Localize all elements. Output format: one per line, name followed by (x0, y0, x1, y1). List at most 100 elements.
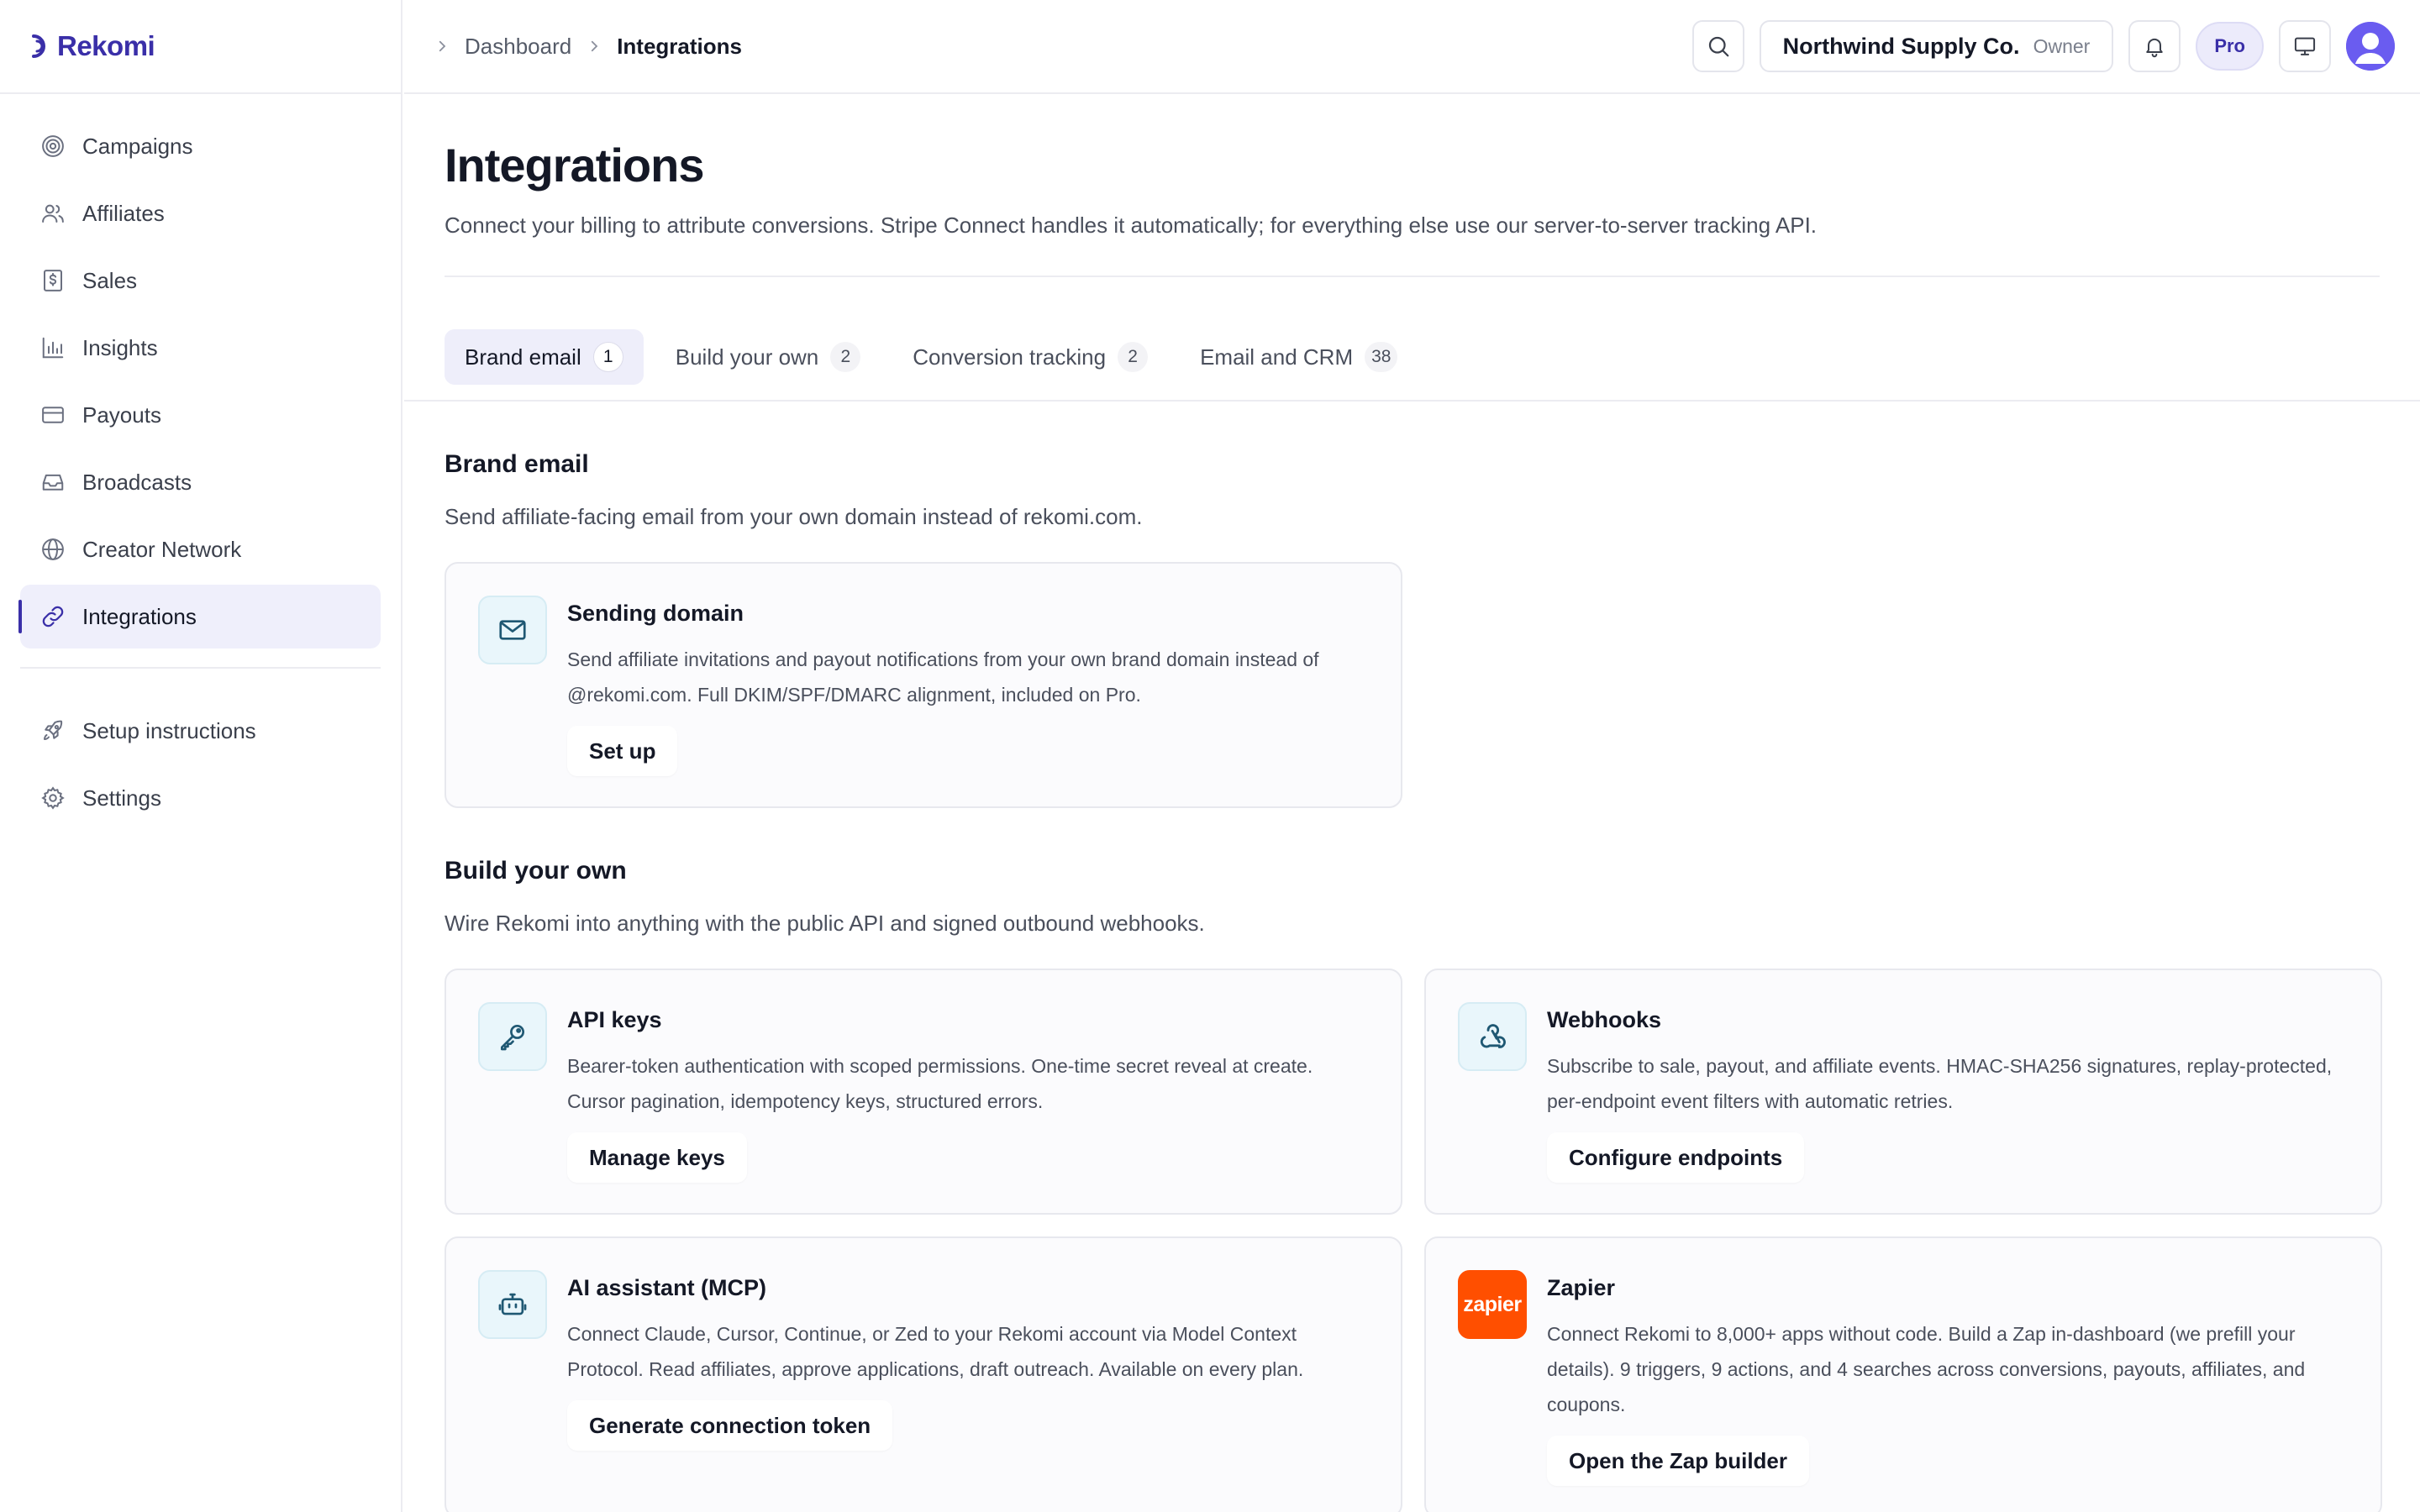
credit-card-icon (40, 402, 66, 428)
display-button[interactable] (2279, 20, 2331, 72)
card-body: API keys Bearer-token authentication wit… (567, 1002, 1370, 1183)
card-description: Connect Rekomi to 8,000+ apps without co… (1547, 1323, 2306, 1415)
integration-card-api-keys: API keys Bearer-token authentication wit… (445, 969, 1402, 1215)
card-description: Subscribe to sale, payout, and affiliate… (1547, 1055, 2333, 1112)
target-icon (40, 134, 66, 159)
card-body: Webhooks Subscribe to sale, payout, and … (1547, 1002, 2350, 1183)
inbox-icon (40, 470, 66, 495)
card-description: Connect Claude, Cursor, Continue, or Zed… (567, 1323, 1304, 1380)
sidebar-item-label: Sales (82, 267, 138, 293)
section-brand-email: Brand email Send affiliate-facing email … (404, 450, 2420, 808)
key-icon (478, 1002, 547, 1071)
tab-count-badge: 2 (1118, 342, 1149, 372)
sidebar-item-label: Affiliates (82, 200, 165, 226)
sidebar: Rekomi Campaigns Affiliates Sales Insigh… (0, 0, 402, 1512)
topbar: Dashboard Integrations Northwind Supply … (404, 0, 2420, 94)
tab-conversion-tracking[interactable]: Conversion tracking 2 (892, 329, 1168, 385)
integration-card-webhooks: Webhooks Subscribe to sale, payout, and … (1424, 969, 2382, 1215)
bell-icon (2143, 34, 2166, 58)
sidebar-item-label: Campaigns (82, 133, 193, 159)
globe-icon (40, 537, 66, 562)
card-body: AI assistant (MCP) Connect Claude, Curso… (567, 1270, 1370, 1451)
card-title: API keys (567, 1007, 662, 1032)
configure-endpoints-button[interactable]: Configure endpoints (1547, 1132, 1805, 1183)
manage-keys-button[interactable]: Manage keys (567, 1132, 747, 1183)
set-up-button[interactable]: Set up (567, 726, 678, 776)
breadcrumb: Dashboard Integrations (434, 34, 742, 60)
page-title: Integrations (445, 139, 704, 192)
card-description: Bearer-token authentication with scoped … (567, 1055, 1313, 1112)
monitor-icon (2293, 34, 2317, 58)
section-build-your-own: Build your own Wire Rekomi into anything… (404, 857, 2420, 1512)
card-description: Send affiliate invitations and payout no… (567, 648, 1319, 706)
tab-label: Build your own (675, 344, 819, 370)
tab-count-badge: 2 (830, 342, 861, 372)
sidebar-item-label: Creator Network (82, 536, 242, 562)
tab-label: Email and CRM (1200, 344, 1354, 370)
generate-connection-token-button[interactable]: Generate connection token (567, 1400, 893, 1451)
avatar[interactable] (2346, 22, 2395, 71)
main-content: Integrations Connect your billing to att… (404, 96, 2420, 1512)
webhook-icon (1458, 1002, 1527, 1071)
sidebar-item-campaigns[interactable]: Campaigns (20, 114, 381, 178)
sidebar-item-insights[interactable]: Insights (20, 316, 381, 380)
rekomi-logo-icon (30, 34, 52, 59)
sidebar-item-label: Insights (82, 334, 158, 360)
brand-name: Rekomi (57, 30, 155, 61)
notifications-button[interactable] (2128, 20, 2181, 72)
section-description: Send affiliate-facing email from your ow… (445, 504, 1143, 529)
sidebar-item-label: Payouts (82, 402, 161, 428)
card-title: Sending domain (567, 601, 744, 626)
org-switcher[interactable]: Northwind Supply Co. Owner (1759, 20, 2114, 72)
tab-label: Conversion tracking (913, 344, 1107, 370)
card-grid: API keys Bearer-token authentication wit… (445, 969, 2382, 1512)
topbar-actions: Northwind Supply Co. Owner Pro (1691, 20, 2395, 72)
sidebar-divider (20, 667, 381, 669)
sidebar-item-label: Broadcasts (82, 469, 192, 495)
search-button[interactable] (1691, 20, 1744, 72)
tab-label: Brand email (465, 344, 581, 370)
tab-count-badge: 1 (592, 342, 623, 372)
tab-brand-email[interactable]: Brand email 1 (445, 329, 644, 385)
integration-card-sending-domain: Sending domain Send affiliate invitation… (445, 562, 1402, 808)
card-title: Zapier (1547, 1275, 1616, 1300)
gear-icon (40, 785, 66, 811)
section-description: Wire Rekomi into anything with the publi… (445, 911, 1205, 936)
sidebar-item-affiliates[interactable]: Affiliates (20, 181, 381, 245)
search-icon (1706, 34, 1731, 59)
users-icon (40, 201, 66, 226)
bar-chart-icon (40, 335, 66, 360)
integration-card-ai-assistant: AI assistant (MCP) Connect Claude, Curso… (445, 1236, 1402, 1512)
card-body: Sending domain Send affiliate invitation… (567, 596, 1370, 776)
chevron-right-icon (587, 39, 602, 54)
sidebar-item-label: Integrations (82, 603, 197, 629)
zapier-logo-text: zapier (1463, 1292, 1522, 1316)
sidebar-item-creator-network[interactable]: Creator Network (20, 517, 381, 581)
page-header: Integrations Connect your billing to att… (404, 96, 2420, 239)
bot-icon (478, 1270, 547, 1339)
sidebar-item-sales[interactable]: Sales (20, 249, 381, 312)
tab-build-your-own[interactable]: Build your own 2 (655, 329, 881, 385)
page-description: Connect your billing to attribute conver… (445, 213, 1818, 238)
chevron-right-icon (434, 39, 450, 54)
section-title: Brand email (445, 450, 589, 478)
open-zap-builder-button[interactable]: Open the Zap builder (1547, 1436, 1810, 1486)
sidebar-item-broadcasts[interactable]: Broadcasts (20, 450, 381, 514)
sidebar-item-setup-instructions[interactable]: Setup instructions (20, 699, 381, 763)
link-icon (40, 604, 66, 629)
zapier-logo-icon: zapier (1458, 1270, 1527, 1339)
brand-logo[interactable]: Rekomi (0, 0, 401, 94)
card-body: Zapier Connect Rekomi to 8,000+ apps wit… (1547, 1270, 2350, 1486)
sidebar-item-settings[interactable]: Settings (20, 766, 381, 830)
integration-card-zapier: zapier Zapier Connect Rekomi to 8,000+ a… (1424, 1236, 2382, 1512)
tab-email-and-crm[interactable]: Email and CRM 38 (1180, 329, 1418, 385)
breadcrumb-dashboard[interactable]: Dashboard (465, 34, 571, 60)
sidebar-item-label: Settings (82, 785, 161, 811)
sidebar-nav: Campaigns Affiliates Sales Insights Payo… (0, 94, 401, 830)
integration-tabs: Brand email 1 Build your own 2 Conversio… (404, 277, 2420, 402)
plan-badge[interactable]: Pro (2196, 22, 2264, 71)
sidebar-item-integrations[interactable]: Integrations (18, 585, 381, 648)
mail-icon (478, 596, 547, 664)
rocket-icon (40, 718, 66, 743)
sidebar-item-payouts[interactable]: Payouts (20, 383, 381, 447)
